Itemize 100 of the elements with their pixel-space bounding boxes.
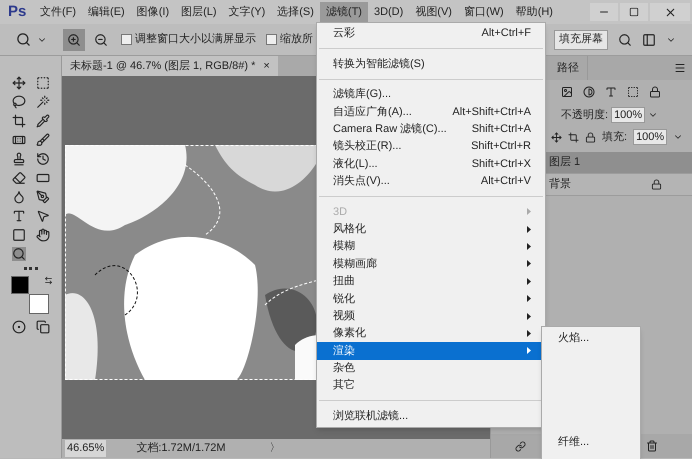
menu-item[interactable]: 视频 — [317, 307, 545, 325]
screen-mode-icon[interactable] — [36, 320, 50, 334]
checkbox-label: 缩放所 — [280, 32, 313, 48]
crop-icon[interactable] — [568, 132, 579, 142]
rectangle-icon[interactable] — [12, 228, 26, 242]
type-icon[interactable] — [12, 209, 26, 223]
menu-item[interactable]: 视图(V) — [409, 2, 458, 22]
link-icon[interactable] — [515, 440, 526, 452]
menu-item[interactable]: 3D(D) — [368, 2, 410, 22]
submenu-arrow-icon — [527, 260, 531, 268]
pen-icon[interactable] — [36, 190, 50, 204]
wand-icon[interactable] — [36, 95, 50, 109]
document-tab[interactable]: 未标题-1 @ 46.7% (图层 1, RGB/8#) * × — [62, 56, 278, 76]
close-button[interactable] — [650, 3, 690, 21]
type-filter-icon[interactable] — [605, 86, 617, 98]
lock-icon[interactable] — [585, 132, 596, 142]
menu-item[interactable]: 滤镜库(G)... — [317, 86, 545, 104]
menu-item[interactable]: 滤镜(T) — [320, 2, 368, 22]
document-title: 未标题-1 @ 46.7% (图层 1, RGB/8#) * — [70, 58, 256, 74]
checkbox-label: 调整窗口大小以满屏显示 — [135, 32, 256, 48]
gradient-icon[interactable] — [36, 171, 50, 185]
crop-icon[interactable] — [12, 114, 26, 128]
move-icon[interactable] — [551, 132, 562, 142]
menu-item[interactable]: 火焰... — [542, 330, 640, 347]
layer-name: 图层 1 — [549, 155, 580, 170]
menu-item[interactable]: 模糊画廊 — [317, 255, 545, 273]
menu-item[interactable]: 窗口(W) — [458, 2, 510, 22]
zoom-tool-icon[interactable] — [16, 32, 31, 47]
shape-filter-icon[interactable] — [627, 86, 639, 98]
document-size: 文档:1.72M/1.72M — [136, 440, 226, 456]
hand-icon[interactable] — [36, 228, 50, 242]
bandage-icon[interactable] — [12, 133, 26, 147]
marquee-icon[interactable] — [36, 76, 50, 90]
submenu-arrow-icon — [527, 330, 531, 338]
checkbox[interactable] — [266, 34, 277, 45]
menu-item[interactable]: 浏览联机滤镜... — [317, 407, 545, 425]
opacity-label: 不透明度: — [561, 108, 608, 123]
menu-item[interactable]: 图像(I) — [130, 2, 176, 22]
checkbox[interactable] — [121, 34, 132, 45]
menu-item[interactable]: 选择(S) — [271, 2, 320, 22]
zoom-level[interactable]: 46.65% — [65, 440, 106, 457]
menu-item[interactable]: 帮助(H) — [510, 2, 559, 22]
pointer-icon[interactable] — [36, 209, 50, 223]
foreground-swatch[interactable] — [10, 276, 28, 294]
menu-item[interactable]: 杂色 — [317, 360, 545, 378]
search-icon[interactable] — [12, 247, 26, 261]
menu-item[interactable]: 扭曲 — [317, 272, 545, 290]
zoom-in-icon — [67, 32, 81, 46]
menu-item[interactable]: 图层(L) — [175, 2, 223, 22]
menu-item[interactable]: 编辑(E) — [82, 2, 131, 22]
zoom-in-button[interactable] — [63, 28, 85, 50]
panel-menu-icon[interactable] — [674, 62, 686, 74]
submenu-arrow-icon — [527, 278, 531, 285]
app-logo: Ps — [7, 2, 28, 22]
eyedropper-icon[interactable] — [36, 114, 50, 128]
fill-screen-button[interactable]: 填充屏幕 — [554, 30, 608, 50]
menu-item[interactable]: 锐化 — [317, 290, 545, 308]
menu-item[interactable]: Camera Raw 滤镜(C)... Shift+Ctrl+A — [317, 120, 545, 138]
droplet-icon[interactable] — [12, 190, 26, 204]
lasso-icon[interactable] — [12, 95, 26, 109]
trash-icon[interactable] — [646, 440, 658, 452]
swap-icon[interactable] — [44, 276, 52, 285]
workspace-icon[interactable] — [642, 32, 656, 46]
menu-item[interactable]: 文件(F) — [34, 2, 82, 22]
adjustment-filter-icon[interactable] — [583, 86, 595, 98]
close-icon — [664, 6, 676, 18]
background-swatch[interactable] — [28, 294, 48, 314]
quick-mask-icon[interactable] — [12, 320, 26, 334]
submenu-arrow-icon — [527, 243, 531, 250]
tab-close[interactable]: × — [263, 58, 270, 74]
menu-item[interactable]: 转换为智能滤镜(S) — [317, 55, 545, 73]
submenu-arrow-icon — [527, 208, 531, 216]
submenu-arrow-icon — [527, 295, 531, 302]
maximize-button[interactable] — [620, 3, 648, 21]
opacity-field[interactable]: 100% — [611, 107, 646, 123]
menu-item[interactable]: 其它 — [317, 377, 545, 394]
fill-label: 填充: — [602, 130, 628, 145]
layer-name: 背景 — [549, 176, 571, 192]
image-filter-icon[interactable] — [561, 86, 573, 98]
status-arrow[interactable]: 〉 — [270, 440, 281, 457]
more-tools-icon[interactable] — [24, 267, 38, 270]
brush-icon[interactable] — [36, 133, 50, 147]
maximize-icon — [629, 7, 639, 17]
menu-item[interactable]: 模糊 — [317, 238, 545, 256]
move-icon[interactable] — [12, 76, 26, 90]
submenu-arrow-icon — [527, 347, 531, 354]
menu-item[interactable]: 云彩 Alt+Ctrl+F — [317, 25, 545, 42]
history-brush-icon[interactable] — [36, 152, 50, 166]
fill-field[interactable]: 100% — [633, 129, 668, 145]
submenu-arrow-icon — [527, 226, 531, 233]
smart-filter-icon[interactable] — [649, 86, 661, 98]
eraser-icon[interactable] — [12, 171, 26, 185]
menu-item[interactable]: 风格化 — [317, 220, 545, 238]
submenu-arrow-icon — [527, 312, 531, 320]
menu-item[interactable]: 像素化 — [317, 324, 545, 342]
zoom-out-icon — [94, 32, 108, 46]
menu-item[interactable]: 自适应广角(A)... Alt+Shift+Ctrl+A — [317, 103, 545, 121]
menu-item[interactable]: 文字(Y) — [222, 2, 272, 22]
stamp-icon[interactable] — [12, 152, 26, 166]
search-icon[interactable] — [618, 32, 632, 46]
